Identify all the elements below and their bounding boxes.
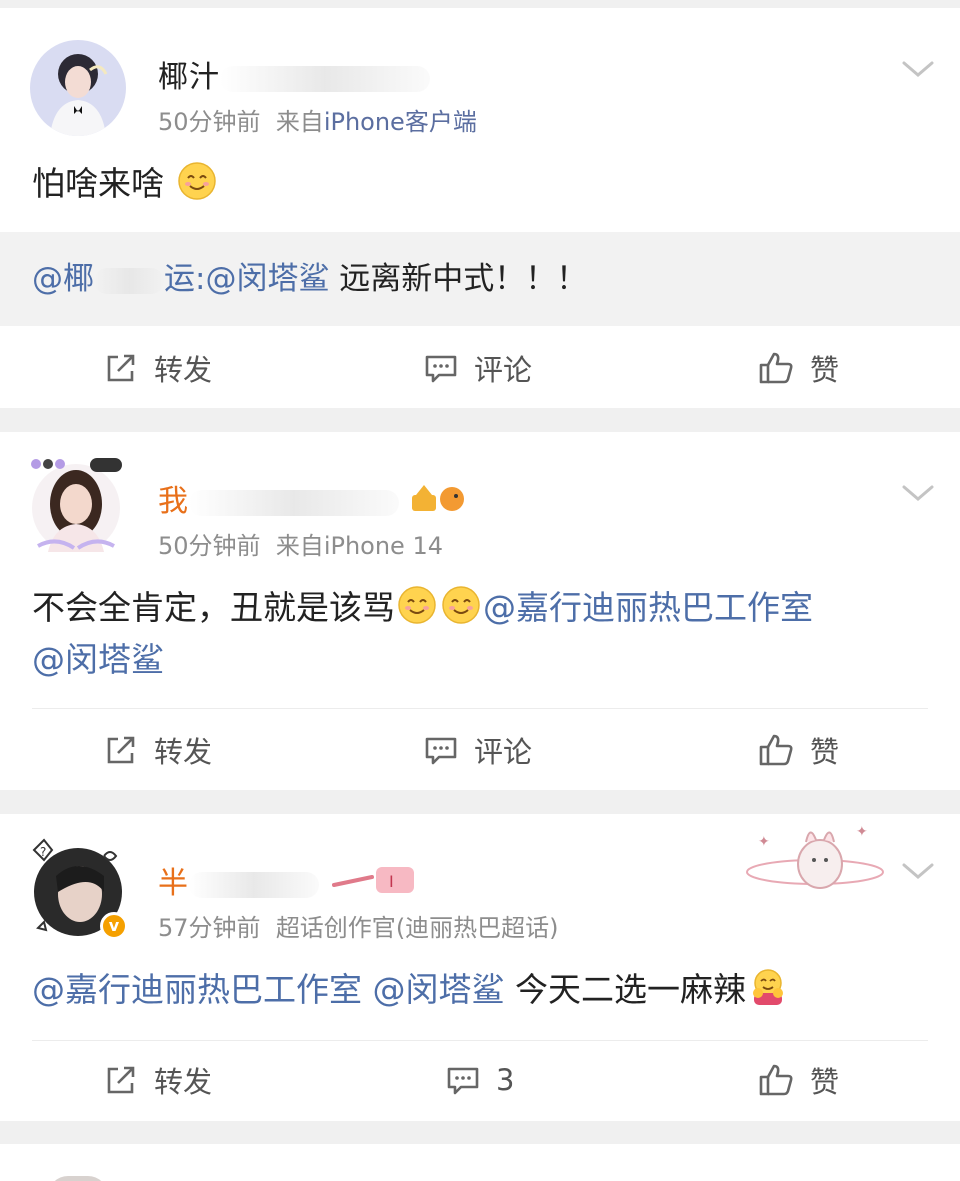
svg-text:✦: ✦ xyxy=(856,824,868,840)
redacted-name xyxy=(189,489,399,516)
source-prefix: 超话创作官 xyxy=(275,914,396,942)
like-label: 赞 xyxy=(810,735,840,769)
comment-icon xyxy=(425,355,457,383)
repost-button[interactable]: 转发 xyxy=(104,328,212,408)
weibo-feed: 椰汁 50分钟前 来自iPhone客户端 怕啥来啥 @椰 运:@闵塔鲨 远离新中式… xyxy=(0,0,960,1181)
verified-badge-icon: v xyxy=(100,912,128,940)
smile-emoji xyxy=(177,162,216,200)
avatar[interactable] xyxy=(30,458,126,556)
chevron-down-icon[interactable] xyxy=(900,860,936,882)
like-label: 赞 xyxy=(810,353,840,387)
post-card[interactable] xyxy=(0,1144,960,1181)
decoration-icon: I xyxy=(331,867,414,893)
decoration-icon xyxy=(411,485,464,511)
redacted-repost-author xyxy=(94,267,164,294)
post-card[interactable]: 椰汁 50分钟前 来自iPhone客户端 怕啥来啥 @椰 运:@闵塔鲨 远离新中式… xyxy=(0,8,960,408)
comment-button[interactable]: 评论 xyxy=(424,710,532,790)
svg-text:✦: ✦ xyxy=(758,834,770,850)
repost-button[interactable]: 转发 xyxy=(104,1040,212,1120)
post-source[interactable]: (迪丽热巴超话) xyxy=(396,914,559,942)
post-source[interactable]: iPhone 14 xyxy=(324,532,443,560)
action-bar: 转发 评论 赞 xyxy=(0,328,960,408)
share-icon xyxy=(107,736,135,764)
chevron-down-icon[interactable] xyxy=(900,482,936,504)
like-button[interactable]: 赞 xyxy=(758,1040,839,1120)
hug-emoji xyxy=(753,969,783,1005)
like-button[interactable]: 赞 xyxy=(758,710,839,790)
post-source[interactable]: iPhone客户端 xyxy=(324,108,477,136)
post-card[interactable]: ? v 半 I ✦ ✦ 57分钟前 超话创作官(迪丽热巴超话) @嘉行迪丽热巴工… xyxy=(0,814,960,1121)
action-bar: 转发 评论 赞 xyxy=(0,710,960,790)
comment-label: 评论 xyxy=(474,735,533,769)
source-prefix: 来自 xyxy=(275,108,324,136)
username[interactable]: 我 xyxy=(158,476,470,520)
avatar[interactable] xyxy=(48,1176,108,1181)
like-icon xyxy=(759,352,793,384)
mention-link[interactable]: @闵塔鲨 xyxy=(32,640,164,679)
redacted-name xyxy=(189,871,319,898)
comment-label: 评论 xyxy=(474,353,533,387)
avatar[interactable]: ? v xyxy=(30,838,128,940)
comment-icon xyxy=(447,1067,479,1095)
repost-label: 转发 xyxy=(154,1065,213,1099)
post-text: 怕啥来啥 xyxy=(32,158,920,210)
post-time: 50分钟前 xyxy=(158,108,261,136)
share-icon xyxy=(107,1066,135,1094)
repost-button[interactable]: 转发 xyxy=(104,710,212,790)
card-decoration: ✦ ✦ xyxy=(746,824,884,889)
post-card[interactable]: 我 50分钟前 来自iPhone 14 不会全肯定，丑就是该骂 @嘉行迪丽热巴工作… xyxy=(0,432,960,790)
username[interactable]: 椰汁 xyxy=(158,52,430,96)
post-text: @嘉行迪丽热巴工作室 @闵塔鲨 今天二选一麻辣 xyxy=(32,964,920,1016)
repost-label: 转发 xyxy=(154,735,213,769)
repost-label: 转发 xyxy=(154,353,213,387)
smile-emoji xyxy=(398,586,436,624)
mention-link[interactable]: @嘉行迪丽热巴工作室 xyxy=(32,970,362,1009)
divider xyxy=(32,708,928,709)
comment-icon xyxy=(425,737,457,765)
like-icon xyxy=(759,1064,793,1096)
comment-button[interactable]: 3 xyxy=(446,1040,514,1120)
action-bar: 转发 3 赞 xyxy=(0,1040,960,1120)
smile-emoji xyxy=(442,586,480,624)
repost-box[interactable]: @椰 运:@闵塔鲨 远离新中式！！！ xyxy=(0,232,960,326)
source-prefix: 来自 xyxy=(275,532,324,560)
post-meta: 50分钟前 来自iPhone客户端 xyxy=(158,102,477,137)
avatar[interactable] xyxy=(30,40,126,136)
post-time: 57分钟前 xyxy=(158,914,261,942)
post-meta: 57分钟前 超话创作官(迪丽热巴超话) xyxy=(158,908,559,943)
svg-text:I: I xyxy=(389,872,395,891)
like-label: 赞 xyxy=(810,1065,840,1099)
like-button[interactable]: 赞 xyxy=(758,328,839,408)
mention-link[interactable]: @嘉行迪丽热巴工作室 xyxy=(483,588,813,627)
share-icon xyxy=(107,354,135,382)
post-meta: 50分钟前 来自iPhone 14 xyxy=(158,526,443,561)
redacted-name xyxy=(220,65,430,92)
post-text: 不会全肯定，丑就是该骂 @嘉行迪丽热巴工作室 @闵塔鲨 xyxy=(32,582,920,686)
like-icon xyxy=(759,734,793,766)
chevron-down-icon[interactable] xyxy=(900,58,936,80)
mention-link[interactable]: @闵塔鲨 xyxy=(373,970,505,1009)
comment-button[interactable]: 评论 xyxy=(424,328,532,408)
comment-count: 3 xyxy=(496,1063,515,1097)
svg-text:?: ? xyxy=(40,845,46,859)
post-time: 50分钟前 xyxy=(158,532,261,560)
username[interactable]: 半 I xyxy=(158,858,420,902)
